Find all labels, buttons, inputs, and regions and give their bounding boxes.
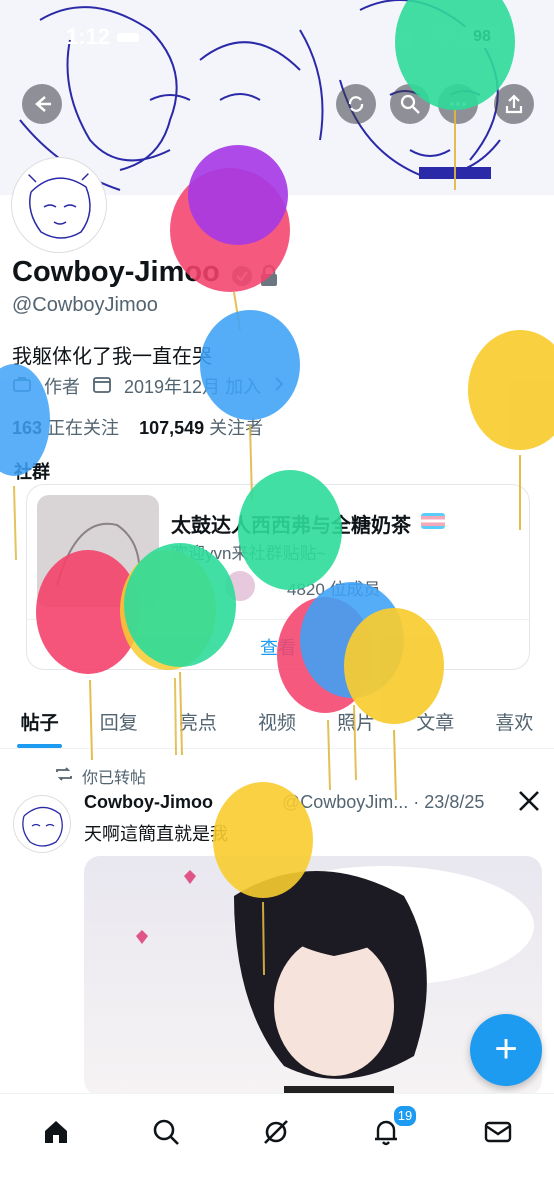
balloon-green-left bbox=[124, 543, 236, 756]
balloon-green-mid bbox=[238, 470, 342, 590]
mail-icon bbox=[484, 1121, 512, 1143]
notifications-badge: 19 bbox=[392, 1104, 418, 1128]
nav-grok[interactable] bbox=[256, 1112, 296, 1152]
balloon-yellow-top bbox=[395, 0, 515, 190]
balloon-red-left bbox=[36, 550, 140, 761]
nav-home[interactable] bbox=[36, 1112, 76, 1152]
bottom-navigation bbox=[0, 1093, 554, 1201]
grok-icon bbox=[264, 1120, 288, 1144]
home-icon bbox=[45, 1121, 67, 1143]
nav-search[interactable] bbox=[146, 1112, 186, 1152]
balloon-purple bbox=[188, 145, 288, 245]
balloon-yellow-post bbox=[213, 782, 313, 976]
balloons-overlay bbox=[0, 0, 554, 976]
balloon-yellow-right bbox=[468, 330, 554, 530]
balloon-yellow-mid bbox=[344, 608, 444, 801]
nav-messages[interactable] bbox=[478, 1112, 518, 1152]
search-icon bbox=[153, 1119, 179, 1145]
balloon-blue-left bbox=[0, 364, 50, 561]
